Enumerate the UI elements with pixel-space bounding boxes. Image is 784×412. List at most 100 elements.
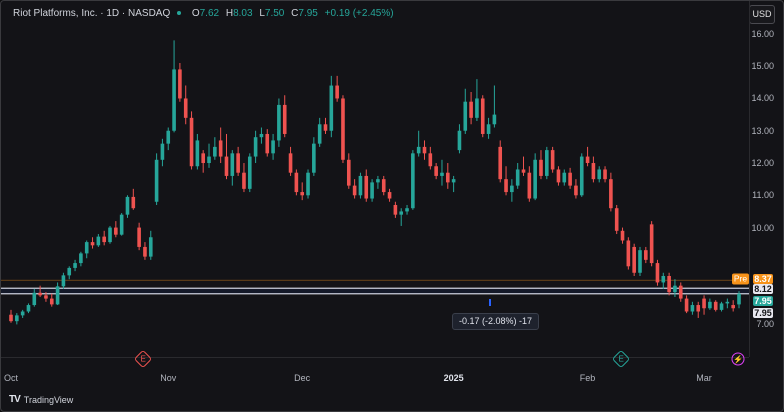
- candle-up: [463, 101, 468, 131]
- candle-down: [282, 104, 287, 134]
- candle-up: [673, 285, 677, 293]
- candle-down: [556, 169, 561, 183]
- candle-down: [702, 298, 706, 309]
- candle-up: [125, 196, 130, 215]
- candle-down: [667, 275, 671, 293]
- candle-down: [178, 69, 182, 99]
- candle-up: [96, 236, 101, 246]
- candle-down: [381, 179, 386, 193]
- candle-down: [341, 98, 345, 160]
- candle-down: [288, 153, 293, 173]
- candle-up: [15, 315, 19, 322]
- candle-down: [539, 159, 543, 176]
- candle-down: [632, 246, 636, 273]
- high-key: H: [225, 8, 234, 19]
- candle-down: [90, 242, 95, 246]
- candle-up: [440, 172, 444, 176]
- candle-down: [684, 298, 689, 312]
- candle-down: [300, 192, 305, 196]
- candle-down: [38, 292, 42, 296]
- candle-up: [486, 124, 491, 134]
- candle-up: [213, 146, 217, 157]
- candlestick-plot[interactable]: [1, 1, 749, 357]
- candle-up: [457, 130, 462, 151]
- candle-down: [649, 224, 654, 264]
- time-tick-label: Dec: [294, 373, 311, 383]
- candle-down: [183, 98, 188, 118]
- candle-up: [370, 182, 374, 199]
- candle-up: [515, 169, 520, 186]
- candle-down: [550, 150, 555, 170]
- candle-up: [148, 237, 153, 257]
- candle-up: [154, 159, 159, 202]
- candle-up: [492, 114, 497, 125]
- candle-down: [364, 175, 369, 199]
- price-lines: [1, 279, 749, 295]
- candle-up: [67, 267, 72, 276]
- premarket-label: Pre: [732, 273, 749, 285]
- symbol-legend[interactable]: Riot Platforms, Inc. · 1D · NASDAQ O7.62…: [13, 8, 394, 19]
- candle-up: [277, 104, 281, 141]
- candle-up: [259, 133, 264, 138]
- price-tick-label: 11.00: [752, 190, 774, 201]
- candle-up: [312, 143, 316, 173]
- candle-up: [247, 156, 252, 189]
- time-tick-label: 2025: [443, 373, 464, 383]
- candle-down: [696, 305, 701, 312]
- price-tick-label: 14.00: [751, 93, 774, 104]
- candle-up: [510, 185, 514, 193]
- candle-up: [166, 130, 171, 144]
- candle-up: [61, 275, 66, 287]
- change-value: +0.19 (+2.45%): [324, 8, 394, 19]
- candle-down: [609, 179, 613, 209]
- candle-down: [678, 285, 683, 299]
- candle-down: [352, 185, 357, 196]
- candle-up: [20, 311, 25, 316]
- candle-up: [562, 172, 567, 183]
- candle-down: [591, 163, 596, 180]
- time-tick-label: Oct: [3, 373, 19, 383]
- candle-up: [708, 301, 712, 309]
- candle-down: [713, 301, 718, 310]
- candle-down: [655, 263, 660, 283]
- candle-up: [579, 156, 584, 196]
- candle-down: [480, 98, 485, 134]
- candle-down: [568, 172, 572, 186]
- candle-down: [521, 169, 526, 173]
- time-tick-label: Mar: [696, 373, 712, 383]
- candle-up: [207, 156, 211, 164]
- price-tick-label: 12.00: [751, 158, 774, 169]
- candle-up: [533, 159, 537, 199]
- market-status-dot: [177, 11, 182, 15]
- last-price-tag: 7.95: [753, 296, 773, 307]
- candle-up: [405, 208, 409, 212]
- candle-up: [306, 172, 310, 196]
- candle-up: [26, 305, 31, 312]
- candle-up: [638, 250, 642, 273]
- candle-up: [317, 124, 322, 144]
- footer-branding[interactable]: TV TradingView: [9, 394, 73, 405]
- candle-up: [358, 175, 363, 196]
- candle-up: [230, 153, 235, 176]
- candle-down: [137, 227, 141, 247]
- candle-down: [731, 305, 735, 309]
- candle-up: [195, 140, 200, 167]
- measure-tooltip: -0.17 (-2.08%) -17: [452, 313, 540, 330]
- candle-down: [574, 185, 578, 196]
- candles-group: [9, 40, 741, 325]
- candle-up: [271, 140, 275, 154]
- candle-down: [504, 179, 508, 193]
- time-axis[interactable]: Oct Nov Dec 2025 Feb Mar: [1, 357, 749, 386]
- candle-up: [597, 169, 602, 180]
- candle-down: [603, 169, 607, 180]
- candle-down: [469, 101, 473, 118]
- candle-up: [661, 275, 666, 283]
- candle-down: [102, 236, 106, 243]
- candle-down: [445, 172, 450, 183]
- candle-up: [73, 263, 77, 268]
- candle-down: [49, 298, 54, 305]
- earnings-marker-label: E: [140, 354, 146, 364]
- price-tick-label: 16.00: [751, 28, 774, 39]
- tradingview-logo-icon: TV: [9, 394, 21, 405]
- candle-up: [119, 214, 124, 235]
